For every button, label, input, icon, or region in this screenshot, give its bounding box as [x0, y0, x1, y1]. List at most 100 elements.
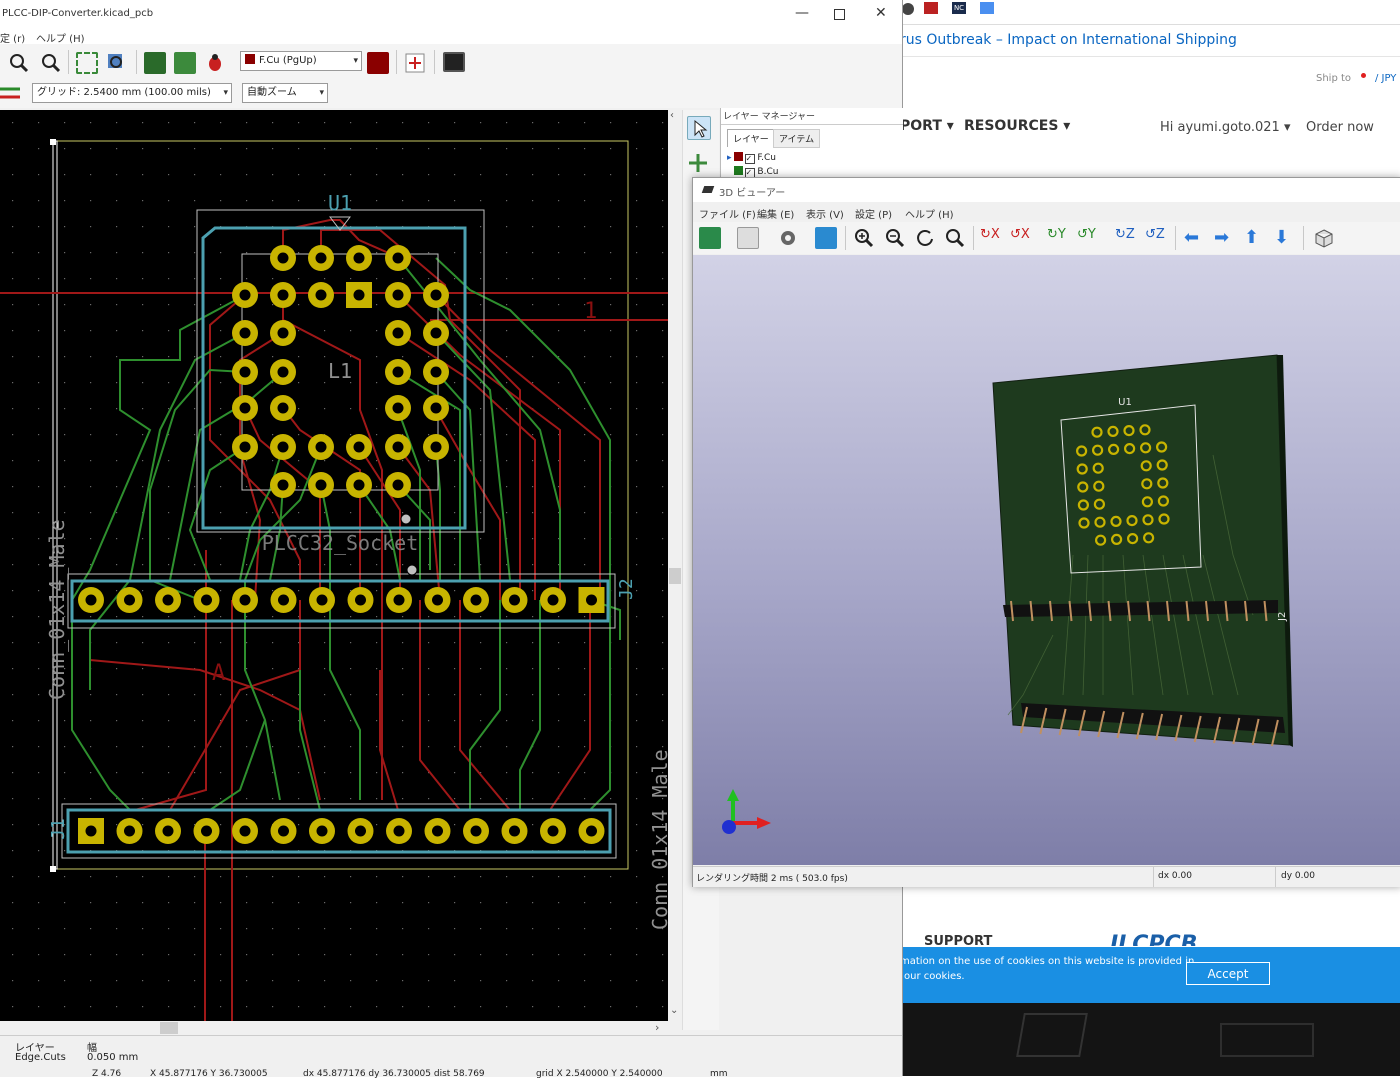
settings-gear-icon[interactable] [777, 227, 799, 249]
viewer3d-window: 3D ビューアー ファイル (F) 編集 (E) 表示 (V) 設定 (P) ヘ… [692, 177, 1400, 887]
tab-favicon-nc-icon[interactable]: NC [952, 2, 966, 14]
layer-select[interactable]: F.Cu (PgUp) ▾ [240, 51, 362, 71]
pad-hole [470, 594, 482, 606]
viewer3d-menu-help[interactable]: ヘルプ (H) [905, 206, 954, 221]
order-now-link[interactable]: Order now [1306, 120, 1374, 135]
currency-link[interactable]: / JPY [1375, 73, 1396, 84]
highlight-net-icon[interactable] [687, 152, 709, 174]
layer-pair-icon[interactable] [367, 52, 389, 74]
axis-gizmo [722, 789, 771, 834]
pad-hole [430, 441, 442, 453]
redraw-icon[interactable] [914, 227, 936, 249]
ref-l1: L1 [328, 359, 352, 383]
scroll-up-icon[interactable]: ‹ [670, 110, 674, 121]
rotate-x-ccw-icon[interactable]: ↺X [1010, 227, 1032, 249]
rotate-z-cw-icon[interactable]: ↻Z [1115, 227, 1137, 249]
value-socket: PLCC32_Socket [262, 531, 419, 555]
ship-to-flag-icon[interactable] [1361, 73, 1366, 78]
pad-hole [124, 594, 135, 606]
raytrace-cube-icon[interactable] [815, 227, 837, 249]
vscroll-thumb[interactable] [669, 568, 681, 584]
status-units: mm [710, 1069, 728, 1079]
netlist-icon[interactable] [144, 52, 166, 74]
copy-image-icon[interactable] [737, 227, 759, 249]
via [400, 513, 412, 525]
drc-bug-icon[interactable] [204, 52, 226, 74]
cookie-accept-button[interactable]: Accept [1186, 962, 1270, 985]
viewer3d-menu-file[interactable]: ファイル (F) [699, 206, 756, 221]
rotate-y-ccw-icon[interactable]: ↺Y [1077, 227, 1099, 249]
close-icon[interactable]: ✕ [875, 5, 887, 21]
reload-board-icon[interactable] [699, 227, 721, 249]
news-headline-link[interactable]: rus Outbreak – Impact on International S… [900, 32, 1237, 48]
tab-items[interactable]: アイテム [773, 129, 821, 148]
menu-settings[interactable]: 定 (r) [0, 30, 25, 45]
move-right-icon[interactable]: ➡ [1214, 227, 1236, 249]
pad-hole [162, 825, 174, 837]
rotate-z-ccw-icon[interactable]: ↺Z [1145, 227, 1167, 249]
canvas-hscrollbar[interactable]: › [0, 1021, 668, 1035]
pad-hole [316, 825, 328, 837]
user-greeting-menu[interactable]: Hi ayumi.goto.021 ▾ [1160, 120, 1290, 135]
hscroll-thumb[interactable] [160, 1022, 178, 1034]
zoom-select[interactable]: 自動ズーム ▾ [242, 83, 328, 103]
scripting-console-icon[interactable] [443, 52, 465, 72]
maximize-icon[interactable] [834, 9, 845, 20]
scroll-down-icon[interactable]: ⌄ [670, 1005, 678, 1016]
viewer3d-menu-view[interactable]: 表示 (V) [806, 206, 844, 221]
pcbnew-statusbar: レイヤー Edge.Cuts 幅 0.050 mm Z 4.76 X 45.87… [0, 1035, 902, 1079]
layer-manager-panel: レイヤー マネージャー レイヤー アイテム ▸ ✓ F.Cu ▸ ✓ B.Cu [720, 108, 903, 178]
pad-hole [353, 479, 365, 491]
layer-row-fcu[interactable]: ▸ ✓ F.Cu [727, 152, 776, 164]
layer-checkbox-icon[interactable]: ✓ [744, 154, 755, 164]
move-left-icon[interactable]: ⬅ [1184, 227, 1206, 249]
viewer3d-menu-edit[interactable]: 編集 (E) [757, 206, 794, 221]
pcb-drawing[interactable]: U1 L1 PLCC32_Socket J2 J1 Conn_01x14_Mal… [0, 110, 668, 1021]
pad-hole [277, 441, 289, 453]
microwave-tools-icon[interactable] [404, 52, 426, 74]
zoom-selection-icon[interactable] [106, 52, 128, 74]
select-tool-icon[interactable] [687, 116, 711, 140]
pad-hole [393, 594, 405, 606]
menu-help[interactable]: ヘルプ (H) [36, 30, 85, 45]
rotate-y-cw-icon[interactable]: ↻Y [1047, 227, 1069, 249]
zoom-fit-icon[interactable] [944, 227, 966, 249]
scroll-right-icon[interactable]: › [655, 1021, 659, 1034]
zoom-in-icon[interactable] [8, 52, 30, 74]
move-up-icon[interactable]: ⬆ [1244, 227, 1266, 249]
pcbnew-menubar: 定 (r) ヘルプ (H) [0, 30, 902, 45]
zoom-in-icon[interactable] [853, 227, 875, 249]
ortho-view-cube-icon[interactable] [1313, 227, 1335, 249]
browser-divider [900, 24, 1400, 25]
viewer3d-menu-settings[interactable]: 設定 (P) [855, 206, 892, 221]
cookie-text-line2: our cookies. [904, 971, 965, 982]
viewer3d-scene[interactable]: U1 J2 [693, 255, 1400, 865]
tab-favicon-translate-icon[interactable] [980, 2, 994, 14]
zoom-out-icon[interactable] [40, 52, 62, 74]
viewer3d-app-icon [701, 186, 715, 193]
footer-dark-image [900, 1003, 1400, 1076]
status-zoom: Z 4.76 [92, 1069, 122, 1079]
rotate-x-cw-icon[interactable]: ↻X [980, 227, 1002, 249]
tab-favicon-red-icon[interactable] [924, 2, 938, 14]
pcb-canvas[interactable]: U1 L1 PLCC32_Socket J2 J1 Conn_01x14_Mal… [0, 110, 668, 1021]
tab-layers[interactable]: レイヤー [727, 129, 775, 147]
pad-hole [353, 289, 365, 301]
nav-support-partial[interactable]: PORT ▾ [900, 118, 954, 134]
zoom-out-icon[interactable] [884, 227, 906, 249]
nav-resources[interactable]: RESOURCES ▾ [964, 118, 1070, 134]
zoom-fit-icon[interactable] [76, 52, 98, 74]
minimize-icon[interactable]: — [795, 5, 809, 21]
pad-hole [85, 594, 97, 606]
pad-hole [201, 825, 212, 837]
ref-j2: J2 [616, 578, 637, 600]
pad-hole [124, 825, 135, 837]
tab-favicon-dark-icon[interactable] [902, 3, 914, 15]
track-width-icon[interactable] [0, 83, 22, 105]
update-pcb-icon[interactable] [174, 52, 196, 74]
canvas-vscrollbar[interactable]: ‹ ⌄ [668, 110, 682, 1021]
viewer3d-canvas[interactable]: U1 J2 [693, 255, 1400, 865]
move-down-icon[interactable]: ⬇ [1274, 227, 1296, 249]
grid-select[interactable]: グリッド: 2.5400 mm (100.00 mils) ▾ [32, 83, 232, 103]
status-dy: dy 0.00 [1281, 871, 1315, 881]
